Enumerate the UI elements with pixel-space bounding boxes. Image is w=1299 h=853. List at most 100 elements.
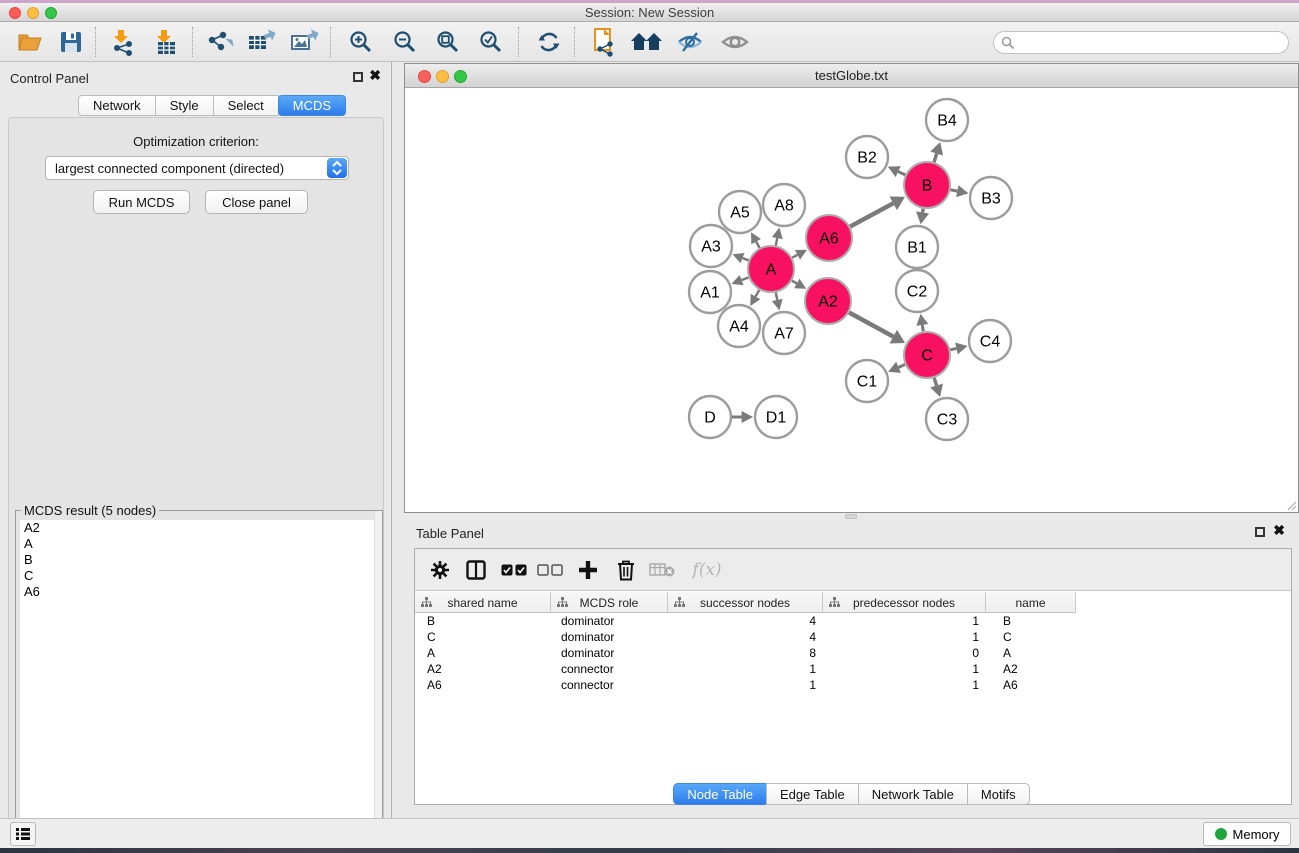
graph-edge-B-B3[interactable] [951, 185, 969, 197]
open-file-icon[interactable] [12, 25, 50, 59]
graph-edge-A-A7[interactable] [772, 293, 783, 311]
graph-node-A5[interactable]: A5 [719, 191, 761, 233]
table-cell[interactable]: connector [551, 661, 668, 677]
graph-node-B1[interactable]: B1 [896, 226, 938, 268]
graph-node-A6[interactable]: A6 [806, 215, 852, 261]
graph-edge-B-B4[interactable] [930, 142, 943, 162]
table-row-A2[interactable]: A2connector11A2 [415, 661, 1291, 677]
graph-node-A1[interactable]: A1 [689, 271, 731, 313]
mcds-result-item[interactable]: A [20, 536, 378, 552]
table-cell[interactable]: C [415, 629, 551, 645]
table-cell[interactable]: A [986, 645, 1076, 661]
table-row-C[interactable]: Cdominator41C [415, 629, 1291, 645]
table-cell[interactable]: A [415, 645, 551, 661]
graph-node-D[interactable]: D [689, 396, 731, 438]
zoom-out-icon[interactable] [386, 25, 424, 59]
table-cell[interactable]: 8 [668, 645, 823, 661]
memory-button[interactable]: Memory [1203, 822, 1291, 846]
graph-edge-A6-B[interactable] [850, 196, 905, 226]
add-column-icon[interactable] [573, 555, 603, 585]
table-cell[interactable]: 1 [823, 613, 986, 629]
new-network-from-selection-icon[interactable] [586, 25, 624, 59]
tab-network[interactable]: Network [78, 95, 156, 116]
export-image-icon[interactable] [286, 25, 324, 59]
table-cell[interactable]: 1 [823, 661, 986, 677]
graph-edge-A-A1[interactable] [732, 275, 749, 285]
settings-gear-icon[interactable] [425, 555, 455, 585]
table-cell[interactable]: A2 [986, 661, 1076, 677]
table-cell[interactable]: B [986, 613, 1076, 629]
table-cell[interactable]: dominator [551, 613, 668, 629]
unselect-all-columns-icon[interactable] [535, 555, 565, 585]
mcds-result-item[interactable]: A6 [20, 584, 378, 600]
graph-edge-C-C4[interactable] [950, 343, 967, 355]
table-cell[interactable]: 4 [668, 613, 823, 629]
graph-node-A7[interactable]: A7 [763, 312, 805, 354]
close-panel-icon[interactable]: ✖ [1273, 522, 1285, 539]
table-row-B[interactable]: Bdominator41B [415, 613, 1291, 629]
graph-edge-B-B2[interactable] [888, 166, 905, 177]
close-panel-icon[interactable]: ✖ [369, 67, 381, 84]
tab-network-table[interactable]: Network Table [858, 783, 968, 805]
table-row-A[interactable]: Adominator80A [415, 645, 1291, 661]
graph-node-B4[interactable]: B4 [926, 99, 968, 141]
table-cell[interactable]: connector [551, 677, 668, 693]
fit-content-icon[interactable] [429, 25, 467, 59]
graph-node-B[interactable]: B [904, 162, 950, 208]
delete-table-icon[interactable] [647, 555, 677, 585]
graph-node-B3[interactable]: B3 [970, 177, 1012, 219]
export-network-icon[interactable] [201, 25, 239, 59]
export-table-icon[interactable] [243, 25, 281, 59]
graph-node-C2[interactable]: C2 [896, 270, 938, 312]
import-network-icon[interactable] [104, 25, 142, 59]
home-browser-icon[interactable] [628, 25, 666, 59]
graph-node-C4[interactable]: C4 [969, 320, 1011, 362]
graph-edge-A-A4[interactable] [750, 290, 760, 306]
table-cell[interactable]: 4 [668, 629, 823, 645]
graph-node-C[interactable]: C [904, 332, 950, 378]
table-row-A6[interactable]: A6connector11A6 [415, 677, 1291, 693]
graph-edge-A-A8[interactable] [772, 228, 783, 246]
task-history-button[interactable] [10, 822, 36, 846]
show-hide-panel-eye-icon[interactable] [716, 25, 754, 59]
table-cell[interactable]: B [415, 613, 551, 629]
zoom-in-icon[interactable] [342, 25, 380, 59]
zoom-selected-icon[interactable] [472, 25, 510, 59]
table-cell[interactable]: A6 [986, 677, 1076, 693]
network-canvas[interactable]: B4B2BB3A8A5A6A3B1AA1C2A2A4A7C4CC1DD1C3 [405, 89, 1298, 512]
float-panel-icon[interactable] [1255, 527, 1265, 537]
run-mcds-button[interactable]: Run MCDS [93, 190, 190, 214]
graph-node-A3[interactable]: A3 [690, 225, 732, 267]
import-table-icon[interactable] [147, 25, 185, 59]
graph-node-B2[interactable]: B2 [846, 136, 888, 178]
graph-edge-B-B1[interactable] [916, 209, 929, 225]
float-panel-icon[interactable] [353, 72, 363, 82]
show-column-icon[interactable] [461, 555, 491, 585]
optimization-select[interactable]: largest connected component (directed) [45, 156, 349, 180]
graph-edge-D-D1[interactable] [732, 411, 753, 423]
table-cell[interactable]: 1 [668, 661, 823, 677]
resize-grip-icon[interactable] [1286, 500, 1297, 511]
graph-node-A[interactable]: A [748, 246, 794, 292]
tab-motifs[interactable]: Motifs [967, 783, 1030, 805]
column-header-shared-name[interactable]: shared name [415, 592, 551, 613]
graph-edge-A-A3[interactable] [732, 253, 748, 263]
graph-edge-C-C3[interactable] [930, 378, 943, 397]
column-header-MCDS-role[interactable]: MCDS role [551, 592, 668, 613]
close-panel-button[interactable]: Close panel [205, 190, 308, 214]
table-cell[interactable]: A2 [415, 661, 551, 677]
refresh-icon[interactable] [530, 25, 568, 59]
graph-edge-C-C2[interactable] [916, 314, 928, 332]
graph-node-C3[interactable]: C3 [926, 398, 968, 440]
tab-style[interactable]: Style [155, 95, 214, 116]
tab-node-table[interactable]: Node Table [673, 783, 767, 805]
mcds-result-item[interactable]: A2 [20, 520, 378, 536]
tab-select[interactable]: Select [213, 95, 279, 116]
graph-edge-A-A6[interactable] [792, 250, 807, 260]
table-cell[interactable]: 1 [668, 677, 823, 693]
delete-column-icon[interactable] [611, 555, 641, 585]
search-input[interactable] [1020, 33, 1280, 52]
mcds-result-item[interactable]: B [20, 552, 378, 568]
graph-edge-A-A2[interactable] [792, 279, 806, 289]
graph-node-D1[interactable]: D1 [755, 396, 797, 438]
